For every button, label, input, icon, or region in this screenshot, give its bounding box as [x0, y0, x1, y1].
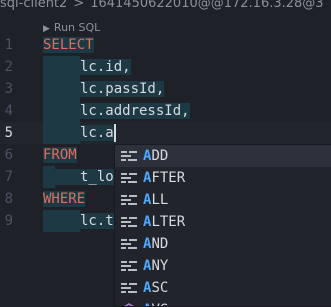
line-number: 5 — [4, 125, 13, 141]
keyword-icon — [121, 239, 137, 249]
autocomplete-suggestions: ADD AFTER ALL ALTER AND ANY ASC AVG — [114, 144, 331, 307]
keyword-icon — [121, 173, 137, 183]
suggestion-rest: NY — [151, 258, 169, 274]
keyword-icon — [121, 217, 137, 227]
breadcrumb-separator: > — [73, 0, 85, 11]
suggestion-rest: DD — [151, 148, 169, 164]
keyword-icon — [121, 151, 137, 161]
suggestion-rest: LTER — [151, 214, 186, 230]
suggestion-rest: ND — [151, 236, 169, 252]
editor-line: 4 lc.addressId, — [0, 100, 331, 122]
suggestion-item[interactable]: ALL — [115, 189, 331, 211]
editor-line: 3 lc.passId, — [0, 78, 331, 100]
suggestion-item[interactable]: ANY — [115, 255, 331, 277]
code-text: lc.id, — [80, 59, 131, 75]
editor-line: 2 lc.id, — [0, 56, 331, 78]
line-number: 3 — [4, 81, 13, 97]
text-cursor — [113, 124, 116, 142]
sql-keyword: WHERE — [43, 191, 86, 207]
code-text: lc.addressId, — [80, 103, 190, 119]
breadcrumb-file[interactable]: 1641450622010@@172.16.3.28@3 — [90, 0, 323, 11]
line-number: 1 — [4, 37, 13, 53]
sql-keyword: FROM — [43, 147, 77, 163]
suggestion-item[interactable]: ASC — [115, 277, 331, 299]
suggestion-rest: LL — [151, 192, 169, 208]
editor-line: 1 SELECT — [0, 34, 331, 56]
code-text: lc.t — [80, 213, 114, 229]
keyword-icon — [121, 283, 137, 293]
suggestion-item[interactable]: ALTER — [115, 211, 331, 233]
keyword-icon — [121, 261, 137, 271]
code-text: t_lo — [55, 169, 114, 185]
suggestion-item[interactable]: AND — [115, 233, 331, 255]
suggestion-item[interactable]: AVG — [115, 299, 331, 306]
breadcrumb: sql-client2 >1641450622010@@172.16.3.28@3 — [0, 0, 331, 17]
editor-line-current: 5 lc.a — [0, 122, 331, 144]
suggestion-item[interactable]: AFTER — [115, 167, 331, 189]
line-number: 7 — [4, 169, 13, 185]
code-text: lc.passId, — [80, 81, 165, 97]
line-number: 9 — [4, 213, 13, 229]
breadcrumb-parent[interactable]: sql-client2 — [0, 0, 67, 11]
line-number: 6 — [4, 147, 13, 163]
line-number: 8 — [4, 191, 13, 207]
run-sql-label[interactable]: Run SQL — [54, 21, 100, 34]
suggestion-rest: SC — [151, 280, 169, 296]
keyword-icon — [121, 195, 137, 205]
sql-keyword: SELECT — [43, 37, 94, 53]
play-icon: ▶ — [43, 24, 50, 34]
suggestion-rest: FTER — [151, 170, 186, 186]
suggestion-item[interactable]: ADD — [115, 145, 331, 167]
line-number: 2 — [4, 59, 13, 75]
code-text: lc.a — [80, 125, 114, 141]
line-number: 4 — [4, 103, 13, 119]
